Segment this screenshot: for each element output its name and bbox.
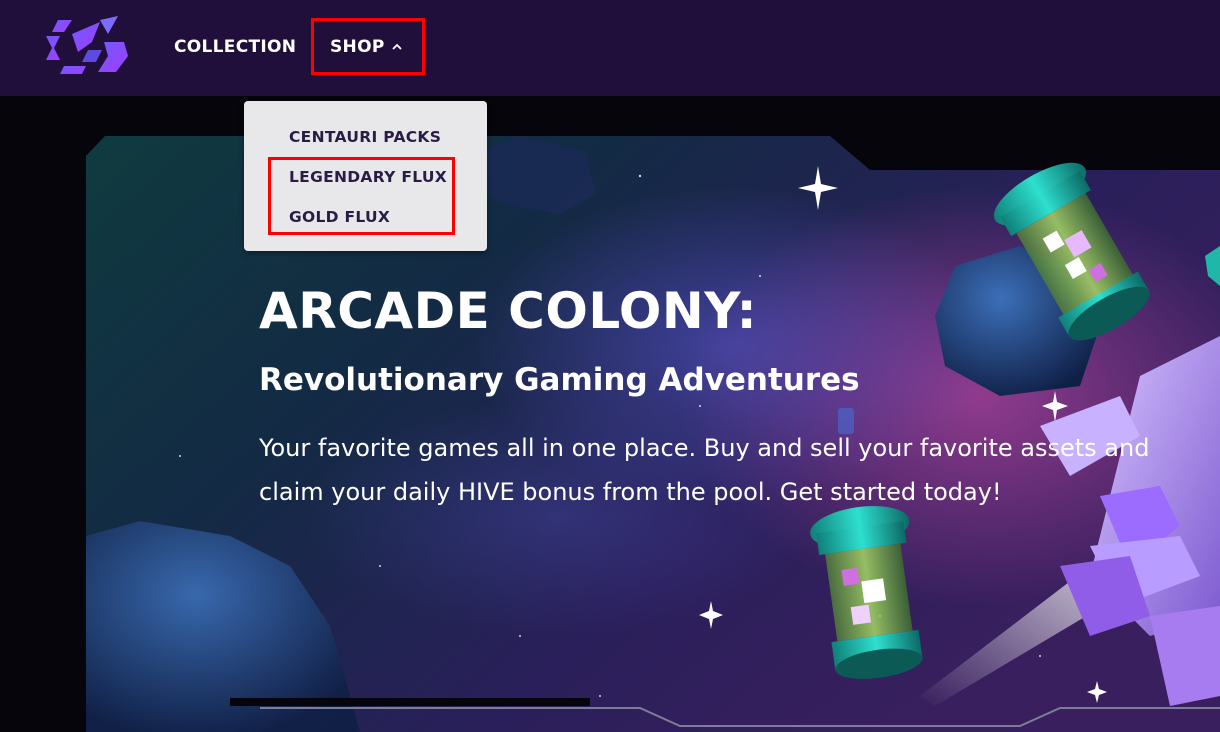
nav-collection-link[interactable]: COLLECTION — [174, 36, 296, 58]
shop-dropdown-menu: CENTAURI PACKS LEGENDARY FLUX GOLD FLUX — [244, 101, 487, 251]
space-background-illustration — [0, 96, 1220, 732]
hero-description: Your favorite games all in one place. Bu… — [259, 434, 1150, 506]
gamepad-rocket-logo-icon[interactable] — [42, 12, 132, 76]
hero-banner: ARCADE COLONY: Revolutionary Gaming Adve… — [0, 96, 1220, 732]
menu-item-legendary-flux[interactable]: LEGENDARY FLUX — [289, 168, 447, 186]
nav-shop-toggle[interactable]: SHOP — [330, 36, 403, 58]
hero-subtitle: Revolutionary Gaming Adventures — [259, 362, 860, 398]
hero-title: ARCADE COLONY: — [259, 282, 758, 340]
menu-item-centauri-packs[interactable]: CENTAURI PACKS — [289, 128, 441, 146]
top-navbar: COLLECTION SHOP — [0, 0, 1220, 96]
nav-shop-label: SHOP — [330, 37, 385, 57]
menu-item-gold-flux[interactable]: GOLD FLUX — [289, 208, 390, 226]
nav-collection-label: COLLECTION — [174, 37, 297, 57]
chevron-up-icon — [391, 43, 402, 50]
